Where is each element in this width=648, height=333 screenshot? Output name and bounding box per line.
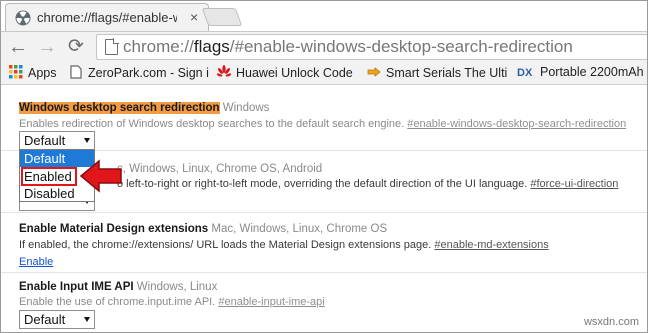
- dx-icon: DX: [517, 67, 533, 79]
- flag-name: Enable Material Design extensions: [19, 223, 209, 235]
- reload-icon[interactable]: ⟳: [65, 36, 87, 58]
- bookmark-label: Huawei Unlock Code: [236, 66, 353, 80]
- tab-flags[interactable]: chrome://flags/#enable-w ×: [5, 3, 209, 31]
- bookmark-portable[interactable]: DX Portable 2200mAh Sn: [517, 65, 647, 81]
- page-icon: [105, 38, 119, 55]
- bookmark-zeropark[interactable]: ZeroPark.com - Sign in: [69, 65, 209, 81]
- huawei-icon: [217, 65, 231, 77]
- forward-arrow-icon[interactable]: →: [36, 36, 58, 58]
- flag-name: Enable Input IME API: [19, 281, 134, 293]
- red-arrow-icon: [79, 159, 122, 193]
- flag-platforms: c, Windows, Linux, Chrome OS, Android: [117, 163, 323, 175]
- bookmarks-bar: Apps ZeroPark.com - Sign in Huawei Unloc…: [1, 61, 647, 85]
- tab-title: chrome://flags/#enable-w: [37, 10, 177, 25]
- flag-material-design: Enable Material Design extensions Mac, W…: [1, 213, 647, 273]
- flag-anchor-link[interactable]: #enable-windows-desktop-search-redirecti…: [407, 118, 626, 130]
- flag-description-text: Enable the use of chrome.input.ime API.: [19, 296, 216, 308]
- flag-description: Enables redirection of Windows desktop s…: [19, 118, 626, 130]
- apps-grid-icon: [9, 65, 23, 79]
- flag-platforms: Windows, Linux: [136, 281, 218, 293]
- search-redirection-select[interactable]: Default: [19, 131, 95, 150]
- address-bar[interactable]: chrome://flags/#enable-windows-desktop-s…: [96, 34, 647, 60]
- tab-strip: chrome://flags/#enable-w ×: [1, 1, 647, 33]
- bookmark-label: ZeroPark.com - Sign in: [88, 66, 209, 80]
- flag-description-text: o left-to-right or right-to-left mode, o…: [117, 178, 528, 190]
- flags-page: Windows desktop search redirection Windo…: [1, 86, 647, 332]
- tab-close-icon[interactable]: ×: [190, 9, 198, 25]
- watermark: wsxdn.com: [583, 316, 639, 328]
- bookmark-huawei[interactable]: Huawei Unlock Code: [217, 65, 359, 81]
- select-value: Default: [24, 312, 66, 327]
- select-value: Default: [24, 133, 66, 148]
- bookmark-label: Smart Serials The Ulti: [386, 66, 508, 80]
- page-icon: [70, 65, 82, 79]
- hand-icon: [367, 67, 381, 77]
- chevron-down-icon: [84, 317, 90, 322]
- flag-title: Enable Material Design extensions Mac, W…: [19, 223, 387, 235]
- flag-anchor-link[interactable]: #enable-md-extensions: [434, 239, 548, 251]
- flag-platforms: Mac, Windows, Linux, Chrome OS: [211, 223, 388, 235]
- enable-link[interactable]: Enable: [19, 256, 53, 268]
- flag-input-ime: Enable Input IME API Windows, Linux Enab…: [1, 273, 647, 332]
- browser-window: chrome://flags/#enable-w × ← → ⟳ chrome:…: [0, 0, 648, 333]
- flag-title: c, Windows, Linux, Chrome OS, Android: [117, 163, 322, 175]
- flags-radiation-icon: [15, 10, 31, 26]
- navigation-toolbar: ← → ⟳ chrome://flags/#enable-windows-des…: [1, 31, 647, 61]
- flag-title: Windows desktop search redirection Windo…: [19, 102, 269, 114]
- input-ime-select[interactable]: Default: [19, 310, 95, 329]
- bookmark-smart-serials[interactable]: Smart Serials The Ulti: [367, 65, 509, 81]
- new-tab-button[interactable]: [201, 8, 243, 26]
- bookmark-label: Apps: [28, 66, 57, 80]
- flag-description: Enable the use of chrome.input.ime API. …: [19, 296, 325, 308]
- enabled-highlight-box: [21, 167, 77, 186]
- flag-description: If enabled, the chrome://extensions/ URL…: [19, 239, 549, 251]
- flag-anchor-link[interactable]: #force-ui-direction: [530, 178, 618, 190]
- flag-description: o left-to-right or right-to-left mode, o…: [117, 178, 618, 190]
- chevron-down-icon: [84, 138, 90, 143]
- bookmark-apps[interactable]: Apps: [9, 65, 61, 81]
- address-url: chrome://flags/#enable-windows-desktop-s…: [123, 37, 573, 56]
- flag-search-redirection: Windows desktop search redirection Windo…: [1, 86, 647, 151]
- flag-platforms: Windows: [222, 102, 270, 114]
- flag-description-text: Enables redirection of Windows desktop s…: [19, 118, 405, 130]
- bookmark-label: Portable 2200mAh Sn: [540, 65, 647, 79]
- flag-description-text: If enabled, the chrome://extensions/ URL…: [19, 239, 432, 251]
- flag-title: Enable Input IME API Windows, Linux: [19, 281, 217, 293]
- flag-name: Windows desktop search redirection: [19, 102, 220, 114]
- back-arrow-icon[interactable]: ←: [7, 36, 29, 58]
- flag-anchor-link[interactable]: #enable-input-ime-api: [218, 296, 324, 308]
